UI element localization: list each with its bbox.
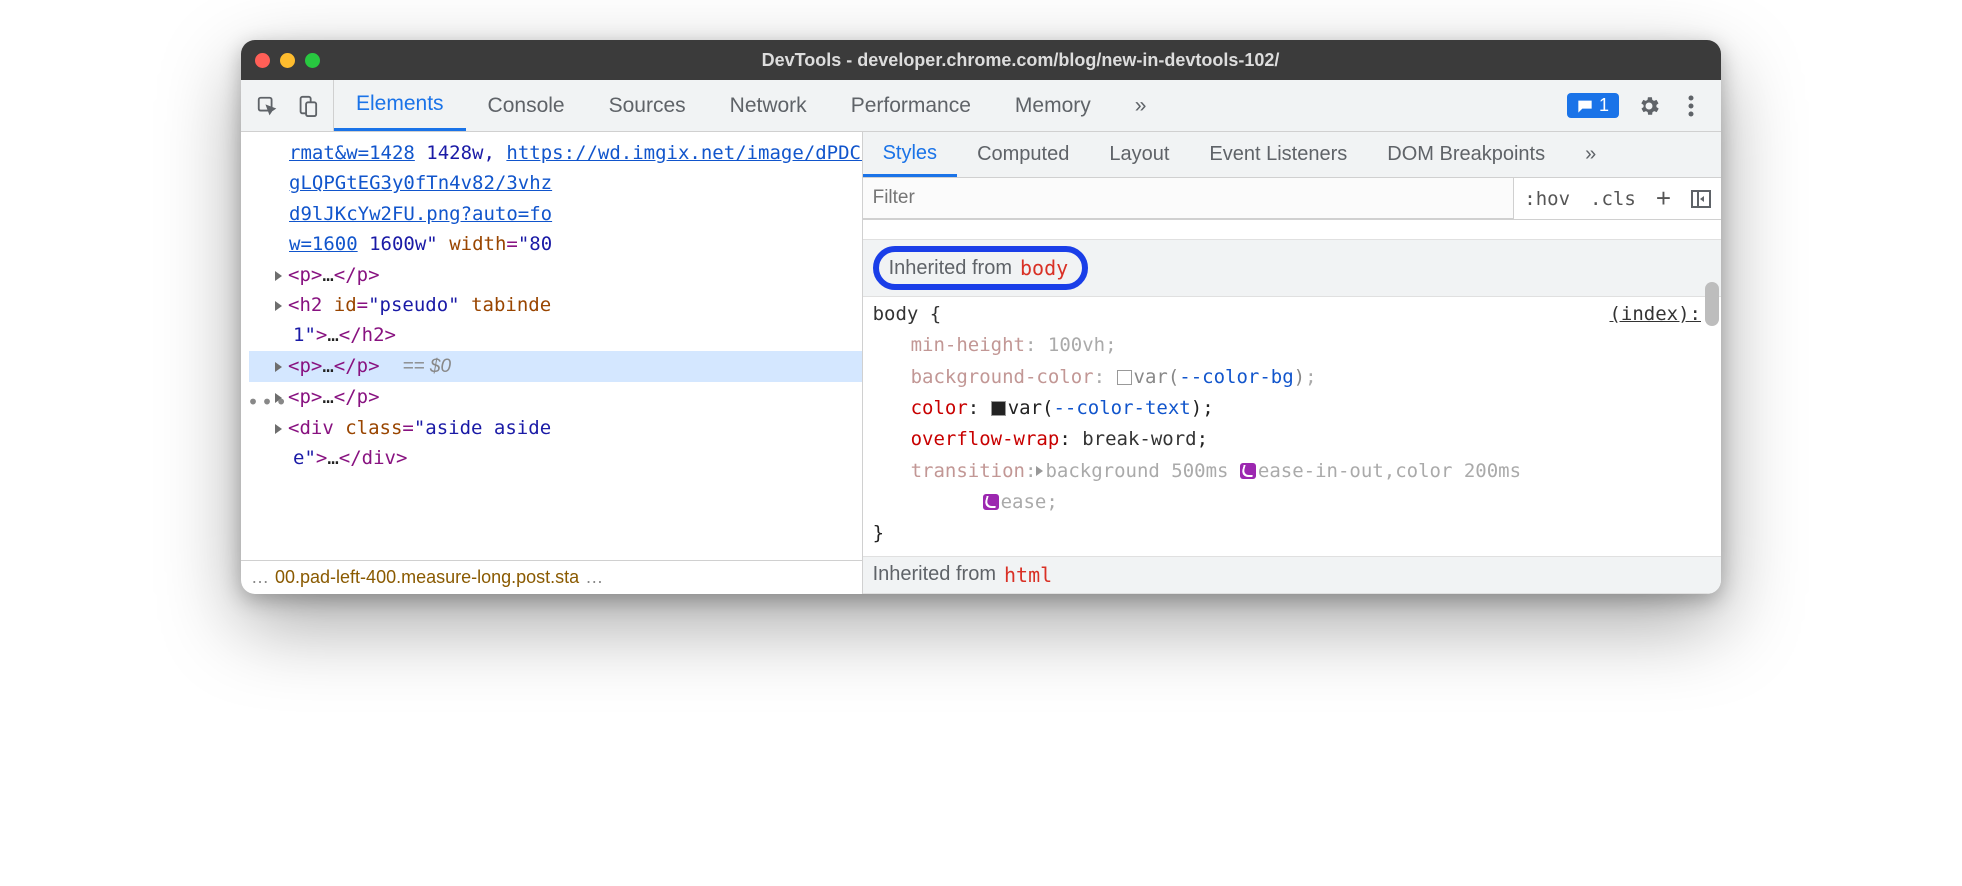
close-window-icon[interactable] xyxy=(255,53,270,68)
minimize-window-icon[interactable] xyxy=(280,53,295,68)
panel-tabs: Elements Console Sources Network Perform… xyxy=(334,80,1168,131)
tab-memory[interactable]: Memory xyxy=(993,80,1113,131)
breadcrumb-overflow-right[interactable]: … xyxy=(579,567,609,588)
traffic-lights xyxy=(255,53,320,68)
filter-bar: :hov .cls + xyxy=(863,178,1721,220)
filter-input[interactable] xyxy=(863,178,1515,219)
css-prop-background-color[interactable]: background-color: var(--color-bg); xyxy=(873,362,1711,393)
new-style-rule-icon[interactable]: + xyxy=(1646,183,1681,214)
styles-panel: Styles Computed Layout Event Listeners D… xyxy=(863,132,1721,594)
expand-caret-icon[interactable] xyxy=(275,301,282,311)
css-prop-transition-cont[interactable]: ease; xyxy=(873,487,1711,518)
cls-toggle[interactable]: .cls xyxy=(1580,188,1646,210)
rule-selector[interactable]: body { xyxy=(873,299,1711,330)
css-prop-overflow-wrap[interactable]: overflow-wrap: break-word; xyxy=(873,424,1711,455)
easing-swatch-icon[interactable] xyxy=(983,494,999,510)
device-toggle-icon[interactable] xyxy=(295,94,319,118)
tabs-overflow[interactable]: » xyxy=(1113,80,1169,131)
inherited-from-row-html[interactable]: Inherited from html xyxy=(863,556,1721,594)
dom-node-div-cont[interactable]: e">…</div> xyxy=(249,443,862,473)
dom-node-h2[interactable]: <h2 id="pseudo" tabinde xyxy=(249,290,862,320)
breadcrumb-overflow-left[interactable]: … xyxy=(245,567,275,588)
inherited-from-row[interactable]: Inherited from body xyxy=(863,240,1721,297)
expand-caret-icon[interactable] xyxy=(275,424,282,434)
tab-elements[interactable]: Elements xyxy=(334,80,466,131)
css-prop-color[interactable]: color: var(--color-text); xyxy=(873,393,1711,424)
issues-count: 1 xyxy=(1599,95,1609,116)
css-rule[interactable]: (index): body { min-height: 100vh; backg… xyxy=(863,297,1721,556)
inherited-label: Inherited from xyxy=(889,257,1012,280)
css-prop-transition[interactable]: transition:background 500ms ease-in-out,… xyxy=(873,456,1711,487)
titlebar: DevTools - developer.chrome.com/blog/new… xyxy=(241,40,1721,80)
toggle-sidebar-icon[interactable] xyxy=(1681,190,1721,208)
settings-icon[interactable] xyxy=(1637,94,1661,118)
dom-text-fragment[interactable]: d9lJKcYw2FU.png?auto=fo xyxy=(249,199,862,229)
dom-node-p[interactable]: <p>…</p> xyxy=(249,260,862,290)
subtab-layout[interactable]: Layout xyxy=(1089,132,1189,177)
dom-node-h2-cont[interactable]: 1">…</h2> xyxy=(249,320,862,350)
window-title: DevTools - developer.chrome.com/blog/new… xyxy=(334,50,1707,71)
more-icon[interactable] xyxy=(1679,94,1703,118)
maximize-window-icon[interactable] xyxy=(305,53,320,68)
subtab-event-listeners[interactable]: Event Listeners xyxy=(1189,132,1367,177)
spacer xyxy=(863,220,1721,240)
color-swatch-icon[interactable] xyxy=(1117,370,1132,385)
tab-network[interactable]: Network xyxy=(708,80,829,131)
subtabs-overflow[interactable]: » xyxy=(1565,132,1616,177)
expand-caret-icon[interactable] xyxy=(275,271,282,281)
dom-node-p[interactable]: <p>…</p> xyxy=(249,382,862,412)
inherited-label: Inherited from xyxy=(873,563,996,586)
dom-text-fragment[interactable]: gLQPGtEG3y0fTn4v82/3vhz xyxy=(249,168,862,198)
subtab-styles[interactable]: Styles xyxy=(863,132,957,177)
expand-caret-icon[interactable] xyxy=(275,362,282,372)
easing-swatch-icon[interactable] xyxy=(1240,463,1256,479)
issues-badge[interactable]: 1 xyxy=(1567,93,1619,118)
breadcrumb[interactable]: … 00.pad-left-400.measure-long.post.sta … xyxy=(241,560,862,594)
tab-sources[interactable]: Sources xyxy=(587,80,708,131)
css-prop-min-height[interactable]: min-height: 100vh; xyxy=(873,330,1711,361)
dom-tree[interactable]: rmat&w=1428 1428w, https://wd.imgix.net/… xyxy=(241,132,862,560)
split-body: ••• rmat&w=1428 1428w, https://wd.imgix.… xyxy=(241,132,1721,594)
dom-node-p-selected[interactable]: <p>…</p> == $0 xyxy=(249,351,862,382)
dom-node-div[interactable]: <div class="aside aside xyxy=(249,413,862,443)
inspect-icon[interactable] xyxy=(255,94,279,118)
rule-source-link[interactable]: (index): xyxy=(1609,299,1701,330)
subtab-computed[interactable]: Computed xyxy=(957,132,1089,177)
tab-console[interactable]: Console xyxy=(466,80,587,131)
rule-close: } xyxy=(873,518,1711,549)
color-swatch-icon[interactable] xyxy=(991,401,1006,416)
tab-performance[interactable]: Performance xyxy=(829,80,993,131)
main-toolbar: Elements Console Sources Network Perform… xyxy=(241,80,1721,132)
breadcrumb-path[interactable]: 00.pad-left-400.measure-long.post.sta xyxy=(275,567,579,588)
hov-toggle[interactable]: :hov xyxy=(1514,188,1580,210)
devtools-window: DevTools - developer.chrome.com/blog/new… xyxy=(241,40,1721,594)
inherited-source[interactable]: html xyxy=(1004,563,1052,587)
dom-text-fragment[interactable]: w=1600 1600w" width="80 xyxy=(249,229,862,259)
gutter-dots-icon: ••• xyxy=(247,390,289,414)
inherited-source[interactable]: body xyxy=(1020,256,1068,280)
subtab-dom-breakpoints[interactable]: DOM Breakpoints xyxy=(1367,132,1565,177)
dom-panel: ••• rmat&w=1428 1428w, https://wd.imgix.… xyxy=(241,132,863,594)
styles-subtabs: Styles Computed Layout Event Listeners D… xyxy=(863,132,1721,178)
highlight-annotation: Inherited from body xyxy=(873,246,1089,290)
expand-caret-icon[interactable] xyxy=(1036,466,1043,476)
dom-text-fragment[interactable]: rmat&w=1428 1428w, https://wd.imgix.net/… xyxy=(249,138,862,168)
